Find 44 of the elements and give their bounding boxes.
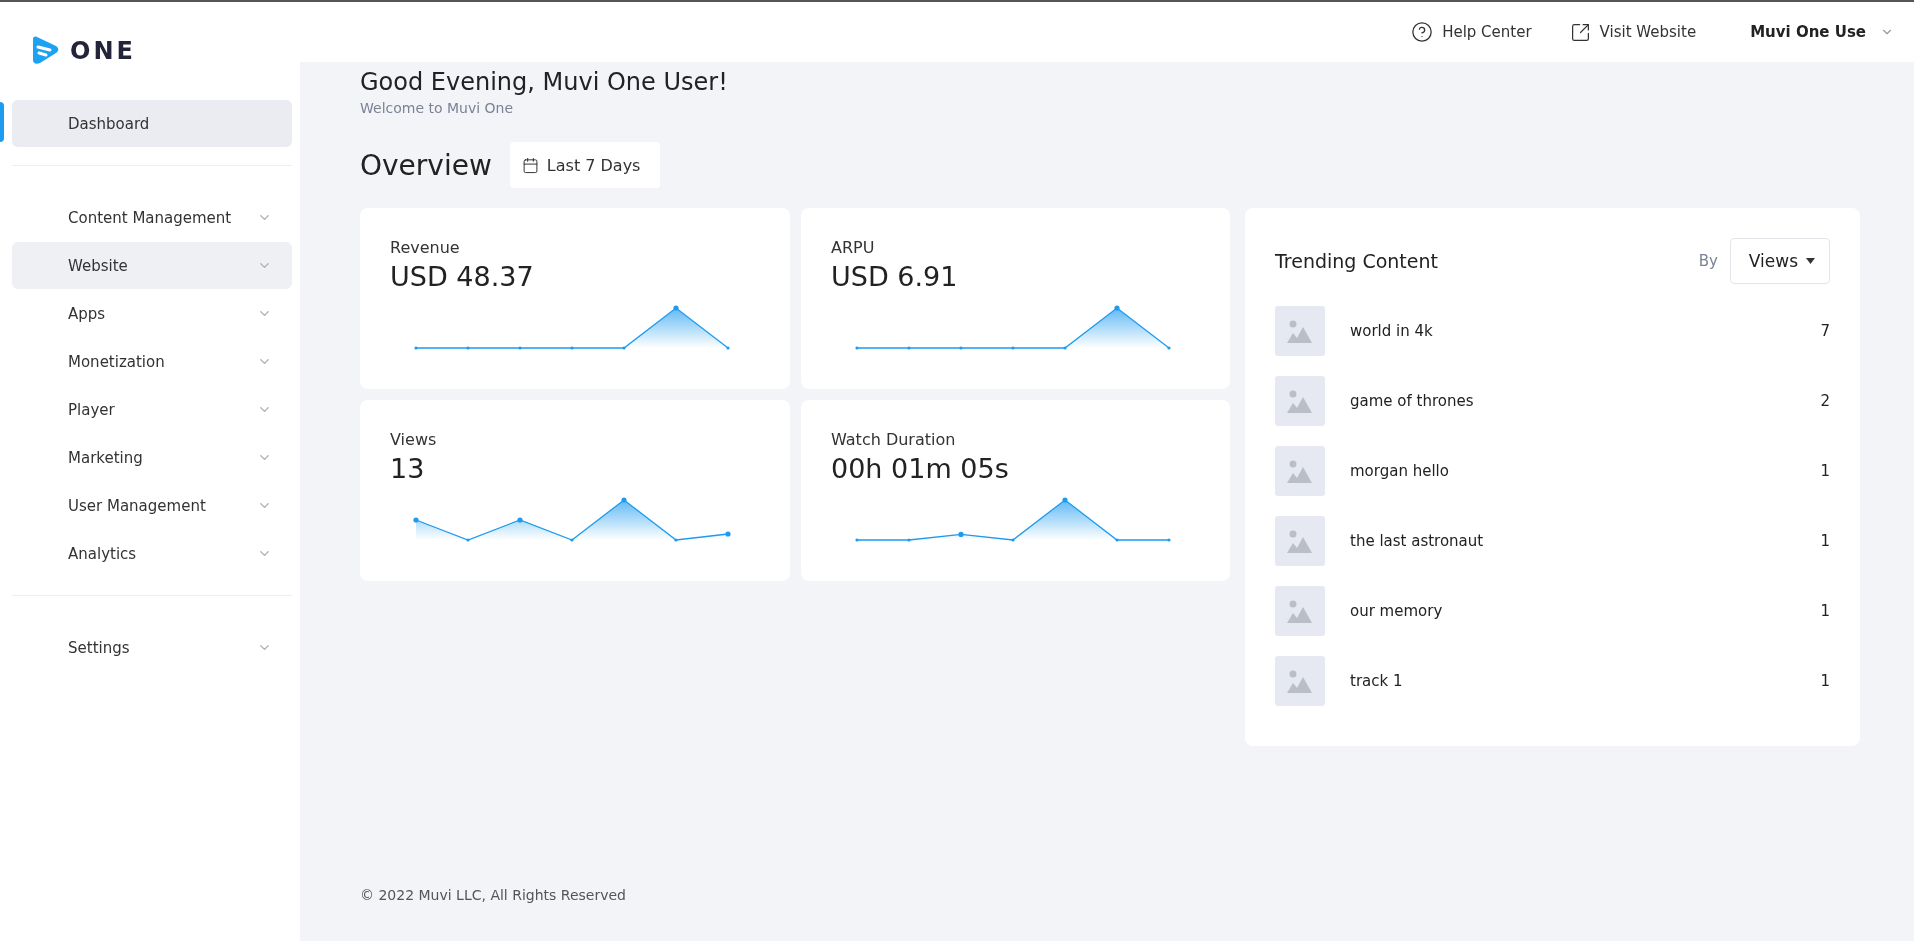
sort-dropdown[interactable]: Views: [1729, 238, 1830, 284]
stat-value: USD 6.91: [831, 261, 959, 292]
view-count: 1: [1820, 532, 1830, 550]
view-count: 2: [1820, 392, 1830, 410]
image-placeholder-icon: [1275, 656, 1325, 706]
stat-value: 13: [390, 453, 426, 484]
calendar-icon: [521, 156, 539, 174]
content-title: world in 4k: [1350, 322, 1434, 340]
external-link-icon: [1569, 21, 1591, 43]
overview-title: Overview: [360, 148, 492, 182]
image-placeholder-icon: [1275, 306, 1325, 356]
content-title: the last astronaut: [1350, 532, 1485, 550]
website-link[interactable]: Visit Website: [1569, 21, 1697, 43]
stat-label: ARPU: [831, 238, 876, 257]
stat-value: 00h 01m 05s: [831, 453, 1010, 484]
greeting-subtitle: Welcome to Muvi One: [360, 100, 515, 116]
view-count: 7: [1820, 322, 1830, 340]
user-menu[interactable]: Muvi One Use: [1750, 23, 1894, 41]
image-placeholder-icon: [1275, 376, 1325, 426]
sidebar-item[interactable]: Website: [12, 242, 292, 289]
help-link[interactable]: Help Center: [1411, 21, 1532, 43]
caret-icon: [1806, 258, 1815, 264]
stat-value: USD 48.37: [390, 261, 535, 292]
content-title: our memory: [1350, 602, 1444, 620]
content-title: track 1: [1350, 672, 1404, 690]
logo-icon: [30, 36, 60, 66]
copyright-text: © 2022 Muvi LLC, All Rights Reserved: [360, 887, 627, 903]
view-count: 1: [1820, 602, 1830, 620]
greeting-title: Good Evening, Muvi One User!: [360, 68, 729, 96]
sort-label: By: [1698, 252, 1718, 270]
date-range-button[interactable]: Last 7 Days: [509, 142, 661, 188]
logo-text: ONE: [70, 37, 136, 65]
stat-label: Revenue: [390, 238, 461, 257]
view-count: 1: [1820, 672, 1830, 690]
stat-label: Views: [390, 430, 438, 449]
image-placeholder-icon: [1275, 586, 1325, 636]
content-title: game of thrones: [1350, 392, 1475, 410]
help-icon: [1411, 21, 1434, 43]
image-placeholder-icon: [1275, 446, 1325, 496]
view-count: 1: [1820, 462, 1830, 480]
content-title: morgan hello: [1350, 462, 1450, 480]
trending-title: Trending Content: [1275, 250, 1438, 272]
image-placeholder-icon: [1275, 516, 1325, 566]
stat-label: Watch Duration: [831, 430, 957, 449]
